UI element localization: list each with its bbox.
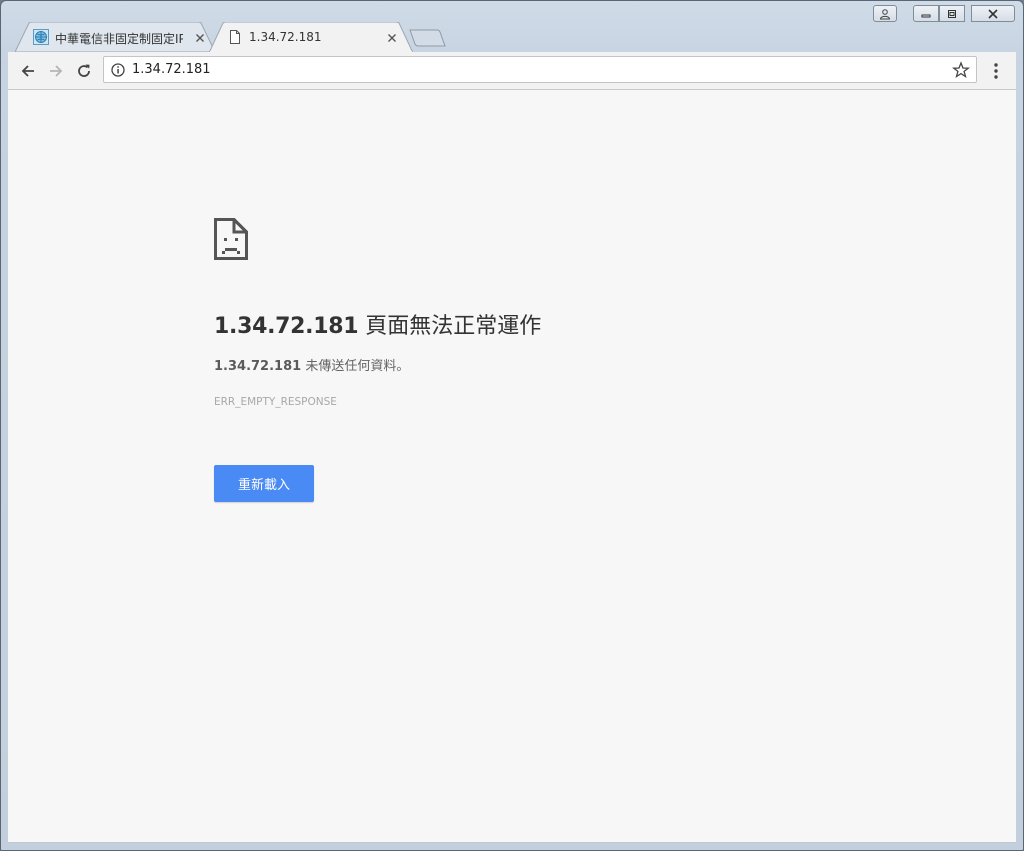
error-heading-text: 頁面無法正常運作 <box>358 314 542 339</box>
close-icon <box>988 8 998 19</box>
error-description-host: 1.34.72.181 <box>214 359 302 374</box>
profile-button[interactable] <box>873 5 897 22</box>
blank-page-icon <box>230 30 240 44</box>
close-window-button[interactable] <box>971 5 1015 22</box>
minimize-icon <box>921 14 931 17</box>
error-heading: 1.34.72.181 頁面無法正常運作 <box>214 308 541 340</box>
kebab-menu-icon <box>994 63 998 79</box>
tab-chinatelecom[interactable]: 中華電信非固定制固定IP <box>15 22 215 52</box>
address-bar[interactable]: 1.34.72.181 <box>103 56 977 83</box>
error-page: 1.34.72.181 頁面無法正常運作 1.34.72.181 未傳送任何資料… <box>8 90 1016 843</box>
forward-button[interactable] <box>46 61 66 81</box>
tab-title: 中華電信非固定制固定IP <box>55 32 183 46</box>
browser-window: 中華電信非固定制固定IP 1.34.72.181 1.34.72.181 1.3… <box>0 0 1024 851</box>
minimize-button[interactable] <box>913 5 939 22</box>
info-icon[interactable] <box>111 63 125 77</box>
close-tab-icon[interactable] <box>193 31 207 45</box>
person-icon <box>879 8 891 19</box>
reload-button[interactable] <box>74 61 94 81</box>
restore-icon <box>948 9 956 18</box>
back-button[interactable] <box>18 61 38 81</box>
tab-active-1-34-72-181[interactable]: 1.34.72.181 <box>209 22 413 53</box>
arrow-right-icon <box>50 65 63 77</box>
reload-icon <box>78 64 90 77</box>
tab-title: 1.34.72.181 <box>249 30 322 44</box>
star-icon[interactable] <box>952 61 970 79</box>
close-tab-icon[interactable] <box>385 31 399 45</box>
maximize-button[interactable] <box>939 5 965 22</box>
error-heading-host: 1.34.72.181 <box>214 314 359 339</box>
error-description-text: 未傳送任何資料。 <box>301 359 410 374</box>
error-description: 1.34.72.181 未傳送任何資料。 <box>214 355 409 374</box>
site-globe-icon <box>33 29 49 45</box>
reload-page-button[interactable]: 重新載入 <box>214 465 314 502</box>
error-code: ERR_EMPTY_RESPONSE <box>214 396 337 408</box>
new-tab-button[interactable] <box>409 29 447 47</box>
url-text[interactable]: 1.34.72.181 <box>132 62 211 77</box>
browser-menu-button[interactable] <box>988 61 1004 81</box>
window-caption-buttons <box>873 5 1015 23</box>
arrow-left-icon <box>21 65 34 77</box>
browser-toolbar: 1.34.72.181 <box>8 52 1016 90</box>
sad-page-icon <box>214 218 248 260</box>
